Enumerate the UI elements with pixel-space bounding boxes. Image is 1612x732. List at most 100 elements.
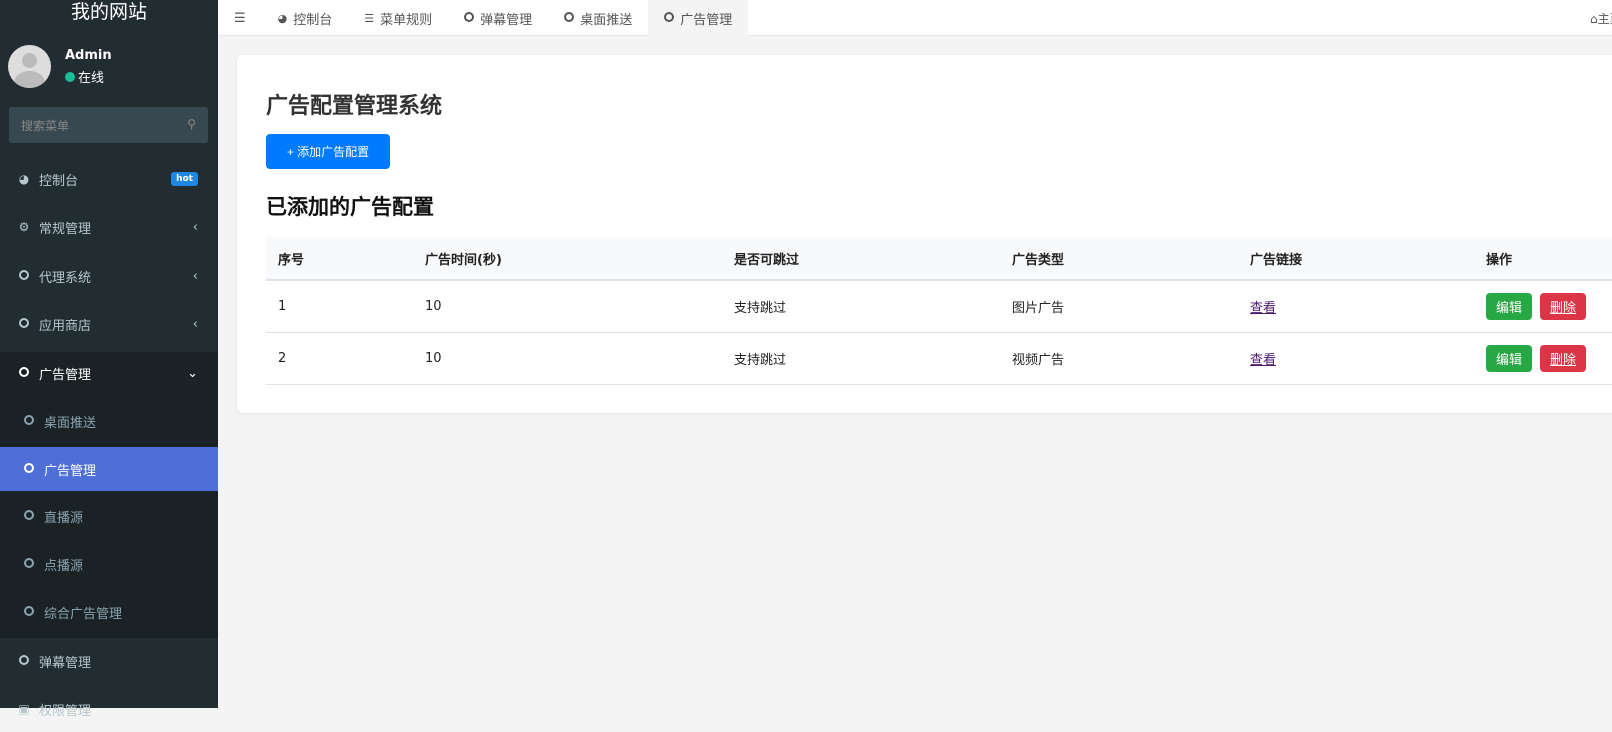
- tab-ad-management[interactable]: 广告管理: [648, 0, 749, 36]
- circle-icon: [664, 11, 675, 25]
- delete-button[interactable]: 删除: [1540, 292, 1587, 320]
- view-link[interactable]: 查看: [1250, 353, 1276, 368]
- label: 菜单规则: [380, 12, 433, 28]
- label: 桌面推送: [580, 12, 633, 28]
- view-link[interactable]: 查看: [1250, 301, 1276, 316]
- circle-icon: [464, 11, 475, 25]
- dashboard-icon: ◕: [277, 11, 288, 25]
- content-card: 广告配置管理系统 + 添加广告配置 已添加的广告配置 序号 广告时间(秒) 是否…: [237, 55, 1612, 413]
- menu-toggle-button[interactable]: ☰: [218, 0, 262, 36]
- search-placeholder: 搜索菜单: [21, 119, 70, 133]
- tab-desktop-push[interactable]: 桌面推送: [548, 0, 648, 36]
- tab-dashboard[interactable]: ◕ 控制台: [262, 0, 349, 36]
- label: 控制台: [293, 12, 333, 28]
- label: 综合广告管理: [44, 606, 123, 622]
- hamburger-icon: ☰: [234, 10, 246, 26]
- cell-link: 查看: [1238, 280, 1474, 333]
- col-header: 操作: [1474, 237, 1612, 281]
- cell-type: 视频广告: [1000, 332, 1238, 385]
- chevron-left-icon: ‹: [192, 268, 198, 284]
- cell-id: 1: [266, 280, 413, 333]
- user-panel: Admin 在线: [8, 45, 112, 88]
- sidebar-sub-desktop-push[interactable]: 桌面推送: [0, 398, 218, 444]
- circle-icon: [22, 509, 36, 523]
- circle-icon: [22, 605, 36, 619]
- circle-icon: [564, 11, 575, 25]
- cell-skip: 支持跳过: [722, 280, 1000, 333]
- users-icon: ▣: [18, 702, 30, 716]
- label: 应用商店: [39, 318, 92, 334]
- cell-type: 图片广告: [1000, 280, 1238, 333]
- label: 广告管理: [680, 12, 733, 28]
- circle-icon: [17, 269, 31, 283]
- label: 点播源: [44, 558, 84, 574]
- sidebar-item-permissions[interactable]: ▣ 权限管理: [0, 686, 218, 732]
- search-icon[interactable]: ⚲: [187, 117, 196, 133]
- sidebar-sub-ad-management[interactable]: 广告管理: [0, 447, 218, 491]
- circle-icon: [17, 317, 31, 331]
- col-header: 广告时间(秒): [413, 237, 722, 281]
- cell-actions: 编辑 删除: [1474, 280, 1612, 333]
- sidebar-item-dashboard[interactable]: ◕ 控制台 hot: [0, 156, 218, 202]
- chevron-left-icon: ‹: [192, 316, 198, 332]
- circle-icon: [22, 462, 36, 476]
- sidebar-item-danmaku[interactable]: 弹幕管理: [0, 638, 218, 684]
- user-status: 在线: [78, 70, 105, 86]
- sidebar-sub-live-source[interactable]: 直播源: [0, 493, 218, 539]
- delete-button[interactable]: 删除: [1540, 344, 1587, 372]
- label: 弹幕管理: [480, 12, 533, 28]
- sidebar-item-appstore[interactable]: 应用商店 ‹: [0, 301, 218, 347]
- label: 代理系统: [39, 270, 92, 286]
- edit-button[interactable]: 编辑: [1486, 292, 1533, 320]
- hot-badge: hot: [171, 172, 198, 186]
- home-icon: ⌂: [1590, 12, 1598, 26]
- label: 广告管理: [44, 463, 97, 479]
- circle-icon: [17, 654, 31, 668]
- sidebar-item-ads[interactable]: 广告管理 ⌄: [0, 350, 218, 396]
- col-header: 序号: [266, 237, 413, 281]
- sidebar-item-agent[interactable]: 代理系统 ‹: [0, 253, 218, 299]
- page-title: 广告配置管理系统: [266, 94, 443, 119]
- chevron-down-icon: ⌄: [187, 365, 198, 381]
- home-link[interactable]: ⌂主页: [1590, 10, 1612, 27]
- circle-icon: [22, 414, 36, 428]
- edit-button[interactable]: 编辑: [1486, 344, 1533, 372]
- online-dot-icon: [65, 71, 75, 82]
- cell-actions: 编辑 删除: [1474, 332, 1612, 385]
- tab-menu-rules[interactable]: ☰ 菜单规则: [348, 0, 448, 36]
- label: 控制台: [39, 173, 79, 189]
- top-tabs: ☰ ◕ 控制台 ☰ 菜单规则 弹幕管理 桌面推送 广告管理 ⌂主页: [218, 0, 1612, 36]
- add-ad-config-button[interactable]: + 添加广告配置: [266, 134, 390, 169]
- label: 直播源: [44, 510, 84, 526]
- cogs-icon: ⚙: [18, 220, 30, 234]
- label: 权限管理: [39, 703, 92, 719]
- cell-link: 查看: [1238, 332, 1474, 385]
- tab-danmaku[interactable]: 弹幕管理: [448, 0, 548, 36]
- cell-id: 2: [266, 332, 413, 385]
- table-row: 1 10 支持跳过 图片广告 查看 编辑 删除: [266, 280, 1612, 333]
- cell-time: 10: [413, 332, 722, 385]
- section-title: 已添加的广告配置: [266, 195, 434, 219]
- circle-icon: [22, 557, 36, 571]
- sidebar-sub-general-ads[interactable]: 综合广告管理: [0, 589, 218, 635]
- search-menu-input[interactable]: 搜索菜单 ⚲: [9, 107, 208, 143]
- sidebar-item-general[interactable]: ⚙ 常规管理 ‹: [0, 204, 218, 250]
- circle-icon: [17, 366, 31, 380]
- sidebar-sub-vod-source[interactable]: 点播源: [0, 541, 218, 587]
- label: 常规管理: [39, 221, 92, 237]
- cell-skip: 支持跳过: [722, 332, 1000, 385]
- label: 桌面推送: [44, 415, 97, 431]
- dashboard-icon: ◕: [18, 172, 30, 186]
- ad-config-table: 序号 广告时间(秒) 是否可跳过 广告类型 广告链接 操作 1 10 支持跳过 …: [266, 237, 1612, 385]
- list-icon: ☰: [364, 11, 375, 25]
- cell-time: 10: [413, 280, 722, 333]
- chevron-left-icon: ‹: [192, 219, 198, 235]
- sidebar: 我的网站 Admin 在线 搜索菜单 ⚲ ◕ 控制台 hot ⚙ 常规管理 ‹ 代理系统 ‹ …: [0, 0, 218, 719]
- label: 广告管理: [39, 367, 92, 383]
- col-header: 是否可跳过: [722, 237, 1000, 281]
- label: 主页: [1597, 12, 1612, 26]
- col-header: 广告链接: [1238, 237, 1474, 281]
- user-name: Admin: [65, 47, 112, 63]
- site-title: 我的网站: [70, 1, 147, 23]
- label: 弹幕管理: [39, 655, 92, 671]
